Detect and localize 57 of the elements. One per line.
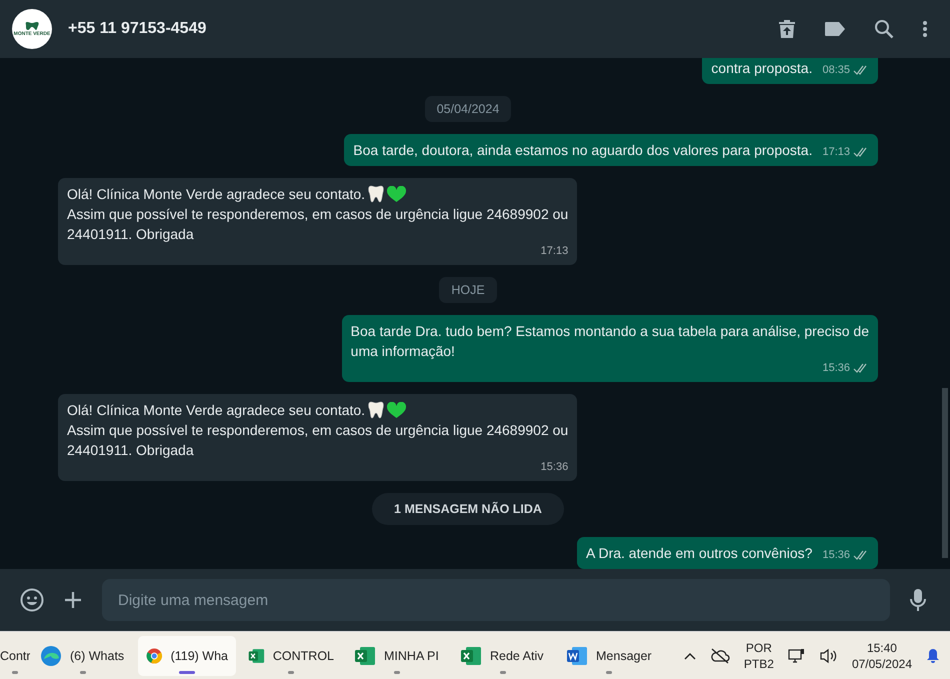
clock[interactable]: 15:40 07/05/2024 bbox=[852, 640, 912, 672]
tag-icon bbox=[824, 21, 846, 37]
message-time: 17:13 bbox=[822, 145, 850, 160]
network-icon[interactable] bbox=[788, 648, 806, 664]
message-text: contra proposta. bbox=[711, 59, 812, 78]
double-check-icon bbox=[853, 363, 869, 374]
taskbar-app[interactable]: Contr bbox=[0, 636, 30, 676]
message-text: Olá! Clínica Monte Verde agradece seu contato. bbox=[67, 185, 366, 204]
message-text: A Dra. atende em outros convênios? bbox=[586, 544, 812, 563]
trash-icon bbox=[778, 19, 796, 39]
bell-icon[interactable] bbox=[926, 648, 940, 664]
tooth-icon bbox=[368, 185, 384, 203]
language-indicator[interactable]: POR PTB2 bbox=[744, 640, 774, 672]
double-check-icon bbox=[853, 65, 869, 76]
taskbar-app[interactable]: (119) Wha bbox=[138, 636, 236, 676]
spreadsheet-app-icon bbox=[354, 644, 376, 666]
message-time: 15:36 bbox=[822, 361, 850, 376]
microphone-icon bbox=[910, 588, 926, 612]
message-time: 15:36 bbox=[540, 460, 568, 475]
taskbar-app[interactable]: Mensager bbox=[558, 636, 660, 676]
date-chip: HOJE bbox=[439, 277, 497, 303]
document-app-icon bbox=[566, 644, 588, 666]
message-text: 24401911. Obrigada bbox=[67, 225, 195, 244]
spreadsheet-app-icon bbox=[460, 644, 482, 666]
browser-icon bbox=[40, 644, 62, 666]
message-text: uma informação! bbox=[350, 342, 456, 361]
scrollbar[interactable] bbox=[942, 388, 948, 558]
smiley-icon bbox=[20, 588, 44, 612]
date-chip: 05/04/2024 bbox=[424, 96, 512, 122]
taskbar-app[interactable]: (6) Whats bbox=[32, 636, 134, 676]
cloud-off-icon[interactable] bbox=[710, 648, 730, 664]
double-check-icon bbox=[853, 147, 869, 158]
search-icon bbox=[874, 19, 894, 39]
message-text: Assim que possível te responderemos, em casos de urgência ligue 24689902 ou bbox=[67, 205, 568, 224]
tooth-icon bbox=[368, 401, 384, 419]
unread-divider: 1 MENSAGEM NÃO LIDA bbox=[372, 493, 564, 525]
message-time: 15:36 bbox=[822, 548, 850, 563]
heart-icon bbox=[387, 402, 406, 418]
message-text: Boa tarde, doutora, ainda estamos no aguardo dos valores para proposta. bbox=[353, 141, 812, 160]
message-time: 08:35 bbox=[822, 63, 850, 78]
message-text: 24401911. Obrigada bbox=[67, 441, 195, 460]
chevron-up-icon[interactable] bbox=[684, 652, 696, 660]
message-time: 17:13 bbox=[540, 244, 568, 259]
taskbar-app[interactable]: CONTROL bbox=[240, 636, 342, 676]
more-icon bbox=[922, 20, 928, 38]
taskbar-app[interactable]: Rede Ativ bbox=[452, 636, 554, 676]
message-input[interactable]: Digite uma mensagem bbox=[102, 579, 890, 621]
heart-icon bbox=[387, 186, 406, 202]
plus-icon bbox=[64, 591, 82, 609]
speaker-icon[interactable] bbox=[820, 648, 838, 664]
message-text: Boa tarde Dra. tudo bem? Estamos montando a sua tabela para análise, preciso de bbox=[350, 322, 869, 341]
message-text: Olá! Clínica Monte Verde agradece seu contato. bbox=[67, 401, 366, 420]
tooth-logo-icon bbox=[25, 21, 39, 31]
message-text: Assim que possível te responderemos, em casos de urgência ligue 24689902 ou bbox=[67, 421, 568, 440]
double-check-icon bbox=[853, 550, 869, 561]
contact-name: +55 11 97153-4549 bbox=[68, 20, 208, 38]
taskbar-app[interactable]: MINHA PI bbox=[346, 636, 448, 676]
